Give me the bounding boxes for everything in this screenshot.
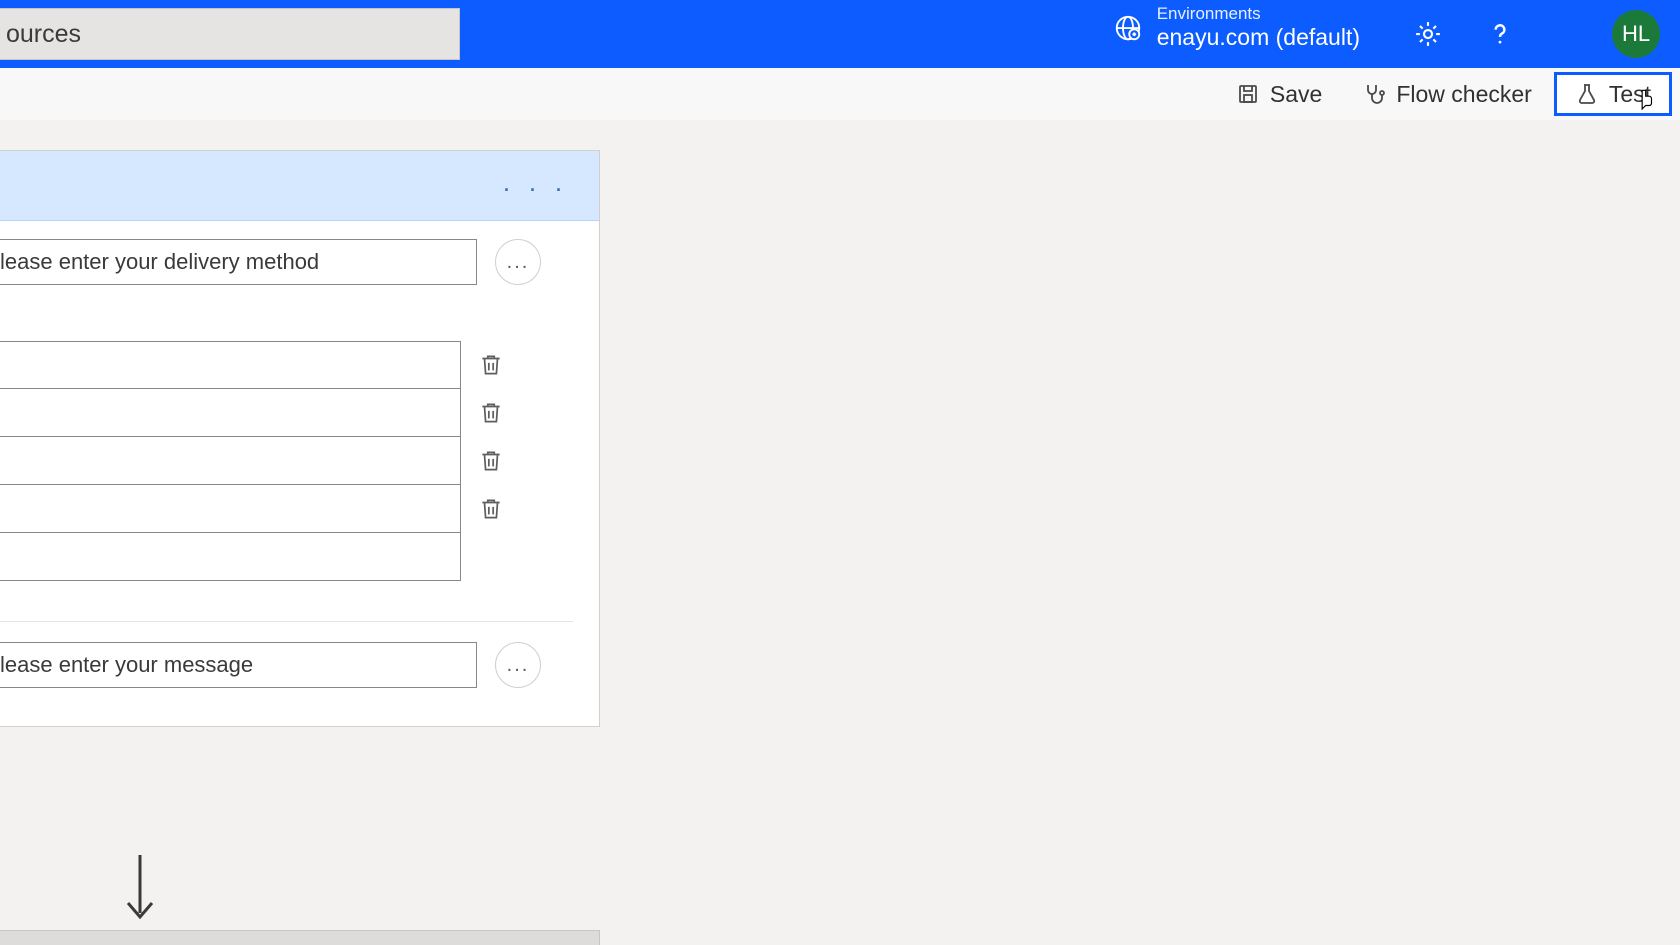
ellipsis-icon: . . . [504, 175, 569, 195]
delivery-method-input[interactable]: lease enter your delivery method [0, 239, 477, 285]
gear-icon [1413, 19, 1443, 49]
command-bar: Save Flow checker Test [0, 68, 1680, 120]
flow-checker-label: Flow checker [1396, 81, 1531, 108]
options-label: s [0, 307, 573, 333]
environment-switcher[interactable]: Environments enayu.com (default) [1113, 4, 1360, 52]
step-card-menu-button[interactable]: . . . [504, 175, 569, 196]
ellipsis-icon: ... [507, 654, 530, 677]
ellipsis-icon: ... [507, 251, 530, 274]
flask-icon [1575, 82, 1599, 106]
save-button[interactable]: Save [1218, 72, 1340, 116]
test-label: Test [1609, 81, 1651, 108]
option-input[interactable] [0, 485, 461, 533]
save-icon [1236, 82, 1260, 106]
search-input[interactable]: ources [0, 8, 460, 60]
environment-label: Environments [1157, 4, 1360, 24]
option-input[interactable] [0, 341, 461, 389]
delete-option-button[interactable] [475, 493, 507, 525]
delivery-method-placeholder: lease enter your delivery method [0, 249, 319, 275]
trash-icon [478, 400, 504, 426]
message-input[interactable]: lease enter your message [0, 642, 477, 688]
flow-canvas[interactable]: . . . lease enter your delivery method .… [0, 120, 1680, 945]
option-input[interactable] [0, 437, 461, 485]
search-input-text: ources [6, 20, 81, 49]
flow-step-card[interactable]: . . . lease enter your delivery method .… [0, 150, 600, 727]
flow-step-card-next[interactable]: . . . [0, 930, 600, 945]
flow-connector-arrow [120, 855, 160, 925]
stethoscope-icon [1362, 82, 1386, 106]
delete-option-button[interactable] [475, 445, 507, 477]
step-body: lease enter your delivery method ... s [0, 221, 599, 726]
user-avatar[interactable]: HL [1612, 10, 1660, 58]
save-label: Save [1270, 81, 1322, 108]
environment-name: enayu.com (default) [1157, 24, 1360, 52]
settings-button[interactable] [1408, 14, 1448, 54]
trash-icon [478, 448, 504, 474]
input-more-button[interactable]: ... [495, 239, 541, 285]
delete-option-button[interactable] [475, 349, 507, 381]
message-placeholder: lease enter your message [0, 652, 253, 678]
flow-checker-button[interactable]: Flow checker [1344, 72, 1549, 116]
avatar-initials: HL [1622, 21, 1650, 47]
option-input[interactable] [0, 389, 461, 437]
question-icon [1485, 19, 1515, 49]
test-button[interactable]: Test [1554, 72, 1672, 116]
app-header: ources Environments enayu.com (default) [0, 0, 1680, 68]
delete-option-button[interactable] [475, 397, 507, 429]
input-more-button[interactable]: ... [495, 642, 541, 688]
help-button[interactable] [1480, 14, 1520, 54]
globe-icon [1113, 13, 1143, 43]
trash-icon [478, 496, 504, 522]
option-input[interactable] [0, 533, 461, 581]
options-list [0, 341, 507, 581]
step-header[interactable]: . . . [0, 151, 599, 221]
trash-icon [478, 352, 504, 378]
